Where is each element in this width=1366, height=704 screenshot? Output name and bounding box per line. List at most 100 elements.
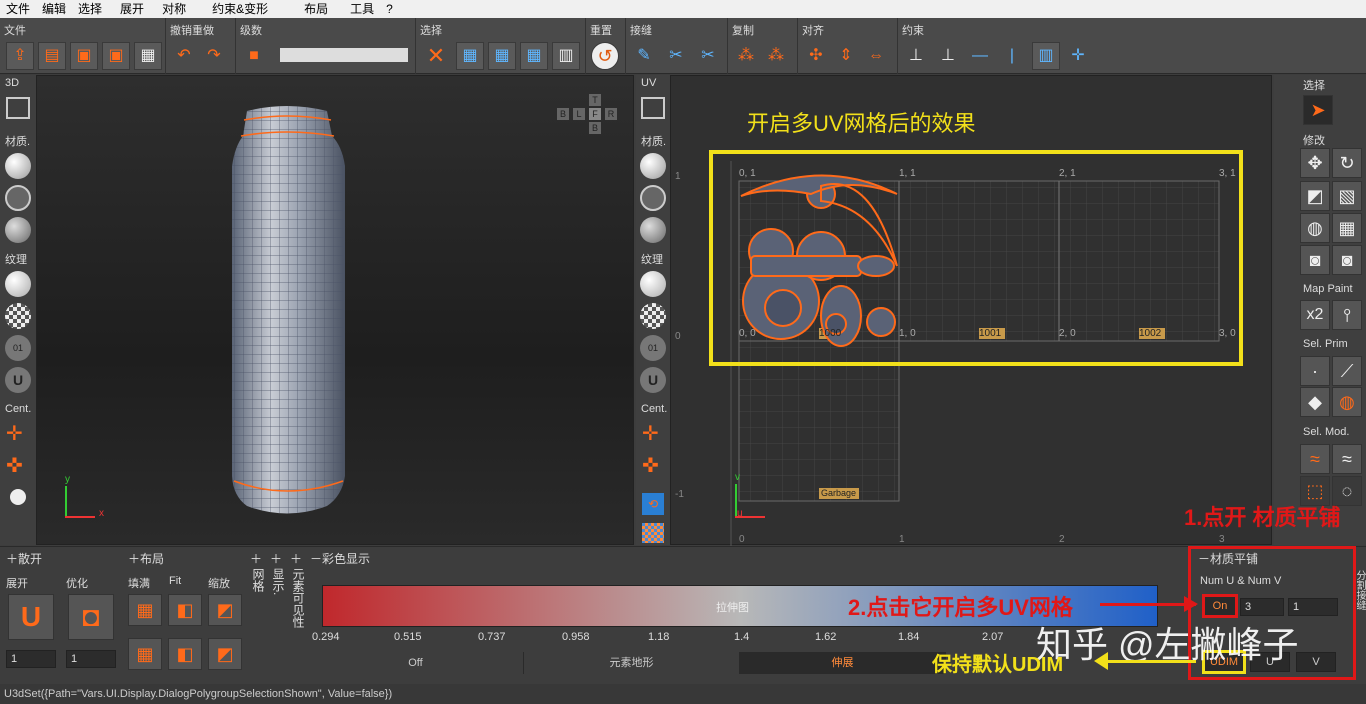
menu-file[interactable]: 文件 <box>0 0 36 18</box>
center-selection-icon[interactable]: ✜ <box>6 453 23 478</box>
uv-frame-icon[interactable] <box>641 97 665 119</box>
edge-mode-icon[interactable]: ⟋ <box>1332 356 1362 386</box>
pin-icon[interactable]: ⊥ <box>902 42 930 70</box>
viewcube-left[interactable]: L <box>573 108 585 120</box>
uv-u-sphere-icon[interactable]: U <box>640 367 666 393</box>
scale-button[interactable]: ◩ <box>208 594 242 626</box>
uv-center-icon[interactable]: ✛ <box>642 421 659 446</box>
viewcube-top[interactable]: T <box>589 94 601 106</box>
panel-color-header[interactable]: －彩色显示 <box>310 550 370 567</box>
tiling-panel-header[interactable]: －材质平铺 <box>1198 550 1258 567</box>
frame-icon[interactable] <box>6 97 30 119</box>
menu-select[interactable]: 选择 <box>72 0 108 18</box>
pack-fit-alt-button[interactable]: ◧ <box>168 638 202 670</box>
import-icon[interactable]: ⇪ <box>6 42 34 70</box>
uv-material-sphere-icon[interactable] <box>640 153 666 179</box>
side-v-button[interactable]: V <box>1296 652 1336 672</box>
save-icon[interactable]: ▣ <box>70 42 98 70</box>
box-icon[interactable]: ◙ <box>1332 245 1362 275</box>
uv-texture-sphere-icon[interactable] <box>640 271 666 297</box>
rotate-icon[interactable]: ↻ <box>1332 148 1362 178</box>
screenshot-icon[interactable]: ▦ <box>134 42 162 70</box>
pack-fill-alt-button[interactable]: ▦ <box>128 638 162 670</box>
panel-grid-toggle[interactable]: ＋ <box>250 550 262 567</box>
select-grow-icon[interactable]: ▦ <box>520 42 548 70</box>
align-center-icon[interactable]: ✣ <box>802 42 830 70</box>
sphere-grid-icon[interactable]: ◍ <box>1300 213 1330 243</box>
menu-help[interactable]: ? <box>380 0 399 18</box>
save-as-icon[interactable]: ▣ <box>102 42 130 70</box>
island-mode-icon[interactable]: ◍ <box>1332 387 1362 417</box>
uv-shaded-sphere-icon[interactable] <box>640 217 666 243</box>
tiling-on-toggle[interactable]: On <box>1202 594 1238 618</box>
select-islands-icon[interactable]: ▥ <box>552 42 580 70</box>
select-invert-icon[interactable]: ▦ <box>488 42 516 70</box>
copy-icon[interactable]: ⁂ <box>732 42 760 70</box>
u-sphere-icon[interactable]: U <box>5 367 31 393</box>
tab-topology[interactable]: 元素地形 <box>524 652 740 674</box>
panel-visibility-toggle[interactable]: ＋ <box>290 550 302 567</box>
scale-alt-button[interactable]: ◩ <box>208 638 242 670</box>
wave-select-icon[interactable]: ≈ <box>1300 444 1330 474</box>
viewcube-front[interactable]: F <box>589 108 601 120</box>
pack-fit-button[interactable]: ◧ <box>168 594 202 626</box>
select-all-icon[interactable]: ▦ <box>456 42 484 70</box>
unpin-icon[interactable]: ⊥ <box>934 42 962 70</box>
unfold-button[interactable]: U <box>8 594 54 640</box>
num-v-stepper[interactable]: 1 <box>1288 598 1338 616</box>
x2-icon[interactable]: x2 <box>1300 300 1330 330</box>
align-horizontal-icon[interactable]: ⇔ <box>862 42 890 70</box>
wave-select-alt-icon[interactable]: ≈ <box>1332 444 1362 474</box>
checker-sphere-icon[interactable] <box>5 303 31 329</box>
menu-tools[interactable]: 工具 <box>344 0 380 18</box>
panel-show-toggle[interactable]: ＋ <box>270 550 282 567</box>
viewcube-right[interactable]: R <box>605 108 617 120</box>
undo-icon[interactable]: ↶ <box>170 42 198 70</box>
shaded-wire-sphere-icon[interactable] <box>5 217 31 243</box>
light-icon[interactable] <box>10 489 26 505</box>
stop-icon[interactable]: ■ <box>240 42 268 70</box>
center-icon[interactable]: ✛ <box>6 421 23 446</box>
reset-icon[interactable]: ↺ <box>591 42 619 70</box>
material-sphere-icon[interactable] <box>5 153 31 179</box>
viewport-3d[interactable]: T B L F R B y x <box>36 75 634 545</box>
uv-checker-sphere-icon[interactable] <box>640 303 666 329</box>
menu-unfold[interactable]: 展开 <box>114 0 150 18</box>
cylinder-icon[interactable]: ◙ <box>1300 245 1330 275</box>
panel-layout-header[interactable]: ＋布局 <box>128 550 164 567</box>
redo-icon[interactable]: ↷ <box>200 42 228 70</box>
id-sphere-icon[interactable]: 01 <box>5 335 31 361</box>
uv-id-sphere-icon[interactable]: 01 <box>640 335 666 361</box>
menu-edit[interactable]: 编辑 <box>36 0 72 18</box>
constrain-h-icon[interactable]: — <box>966 42 994 70</box>
vertex-mode-icon[interactable]: · <box>1300 356 1330 386</box>
viewport-uv[interactable]: 开启多UV网格后的效果 0, 1 1, 1 2, 1 3, 1 0, 0 1, … <box>670 75 1272 546</box>
viewcube-back[interactable]: B <box>557 108 569 120</box>
warp-icon[interactable]: ▧ <box>1332 181 1362 211</box>
clear-selection-icon[interactable]: ✕ <box>422 42 450 70</box>
menu-constraint[interactable]: 约束&变形 <box>206 0 274 18</box>
plane-grid-icon[interactable]: ▦ <box>1332 213 1362 243</box>
viewcube-bottom[interactable]: B <box>589 122 601 134</box>
brush-icon[interactable]: ⫯ <box>1332 300 1362 330</box>
menu-layout[interactable]: 布局 <box>298 0 334 18</box>
align-vertical-icon[interactable]: ⇕ <box>832 42 860 70</box>
tab-off[interactable]: Off <box>308 652 524 674</box>
optimize-button[interactable]: ◘ <box>68 594 114 640</box>
cut-seam-icon[interactable]: ✎ <box>630 42 658 70</box>
constrain-grid-icon[interactable]: ▥ <box>1032 42 1060 70</box>
num-u-stepper[interactable]: 3 <box>1240 598 1284 616</box>
move-icon[interactable]: ✥ <box>1300 148 1330 178</box>
auto-seam-icon[interactable]: ✂ <box>694 42 722 70</box>
polygon-mode-icon[interactable]: ◆ <box>1300 387 1330 417</box>
unfold-iterations-stepper[interactable]: 1 <box>6 650 56 668</box>
scale-icon[interactable]: ◩ <box>1300 181 1330 211</box>
paste-icon[interactable]: ⁂ <box>762 42 790 70</box>
select-cursor-icon[interactable]: ➤ <box>1303 95 1333 125</box>
pack-fill-button[interactable]: ▦ <box>128 594 162 626</box>
tab-stretch[interactable]: 伸展 <box>740 652 946 674</box>
uv-lock-icon[interactable]: ⟲ <box>642 493 664 515</box>
uv-tile-icon[interactable] <box>642 523 664 543</box>
constrain-v-icon[interactable]: | <box>998 42 1026 70</box>
optimize-iterations-stepper[interactable]: 1 <box>66 650 116 668</box>
